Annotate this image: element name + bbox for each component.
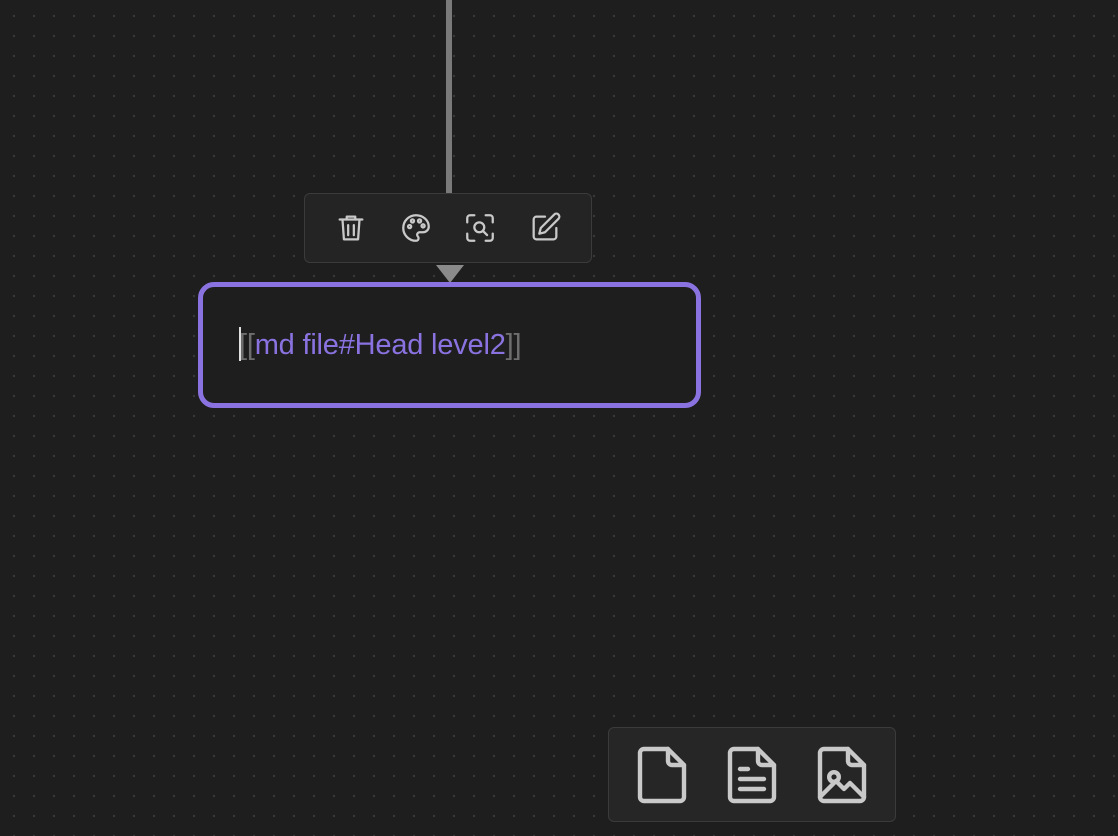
- canvas[interactable]: [[md file#Head level2]]: [0, 0, 1118, 836]
- text-node[interactable]: [[md file#Head level2]]: [198, 282, 701, 408]
- edit-icon: [532, 212, 561, 241]
- media-file-icon: [817, 746, 867, 803]
- note-file-icon: [727, 746, 777, 803]
- blank-card-icon: [637, 746, 687, 803]
- palette-icon: [401, 214, 430, 242]
- text-cursor: [239, 327, 241, 362]
- close-brackets: ]]: [505, 329, 522, 361]
- zoom-button[interactable]: [458, 206, 502, 250]
- zoom-to-selection-icon: [466, 214, 495, 242]
- add-media-button[interactable]: [810, 740, 874, 810]
- delete-button[interactable]: [329, 206, 373, 250]
- add-note-button[interactable]: [720, 740, 784, 810]
- color-button[interactable]: [394, 206, 438, 250]
- trash-icon: [338, 215, 364, 241]
- open-brackets: [[: [239, 329, 255, 361]
- edge-arrowhead: [436, 265, 464, 283]
- add-card-button[interactable]: [630, 740, 694, 810]
- node-text-editor[interactable]: [[md file#Head level2]]: [239, 327, 522, 363]
- create-toolbar: [608, 727, 896, 822]
- connection-edge[interactable]: [446, 0, 452, 196]
- node-toolbar: [304, 193, 592, 263]
- internal-link-text[interactable]: md file#Head level2: [255, 329, 506, 361]
- edit-button[interactable]: [523, 206, 567, 250]
